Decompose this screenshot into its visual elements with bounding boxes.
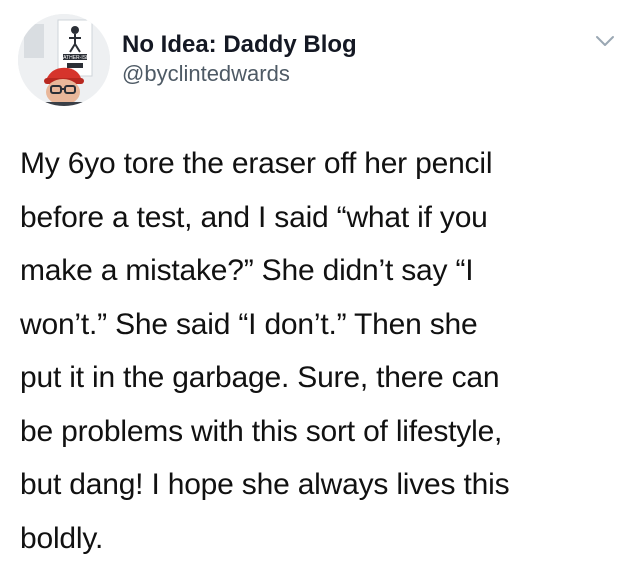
tweet-text-line: My 6yo tore the eraser off her pencil [20, 147, 493, 180]
author-avatar[interactable]: FATHER-ISH [18, 14, 110, 106]
author-display-name[interactable]: No Idea: Daddy Blog [122, 31, 357, 59]
tweet-menu-button[interactable] [590, 26, 620, 56]
tweet-text-line: but dang! I hope she always lives this [20, 468, 510, 501]
tweet-text-line: be problems with this sort of lifestyle, [20, 414, 503, 448]
tweet-text-line: put it in the garbage. Sure, there can [20, 361, 500, 394]
chevron-down-icon [596, 36, 614, 46]
avatar-sign-text: FATHER-ISH [60, 55, 90, 61]
author-handle[interactable]: @byclintedwards [122, 61, 357, 87]
tweet-text: My 6yo tore the eraser off her pencil be… [20, 137, 632, 565]
tweet-text-line: make a mistake?” She didn’t say “I [20, 254, 474, 287]
tweet-text-line: before a test, and I said “what if you [20, 200, 488, 234]
profile-photo-icon: FATHER-ISH [18, 14, 110, 106]
tweet-card: FATHER-ISH No Idea: Daddy Blog @byclinte… [0, 0, 640, 584]
author-info: No Idea: Daddy Blog @byclintedwards [122, 31, 357, 87]
tweet-text-line: boldly. [20, 521, 104, 555]
tweet-text-line: won’t.” She said “I don’t.” Then she [20, 307, 478, 341]
